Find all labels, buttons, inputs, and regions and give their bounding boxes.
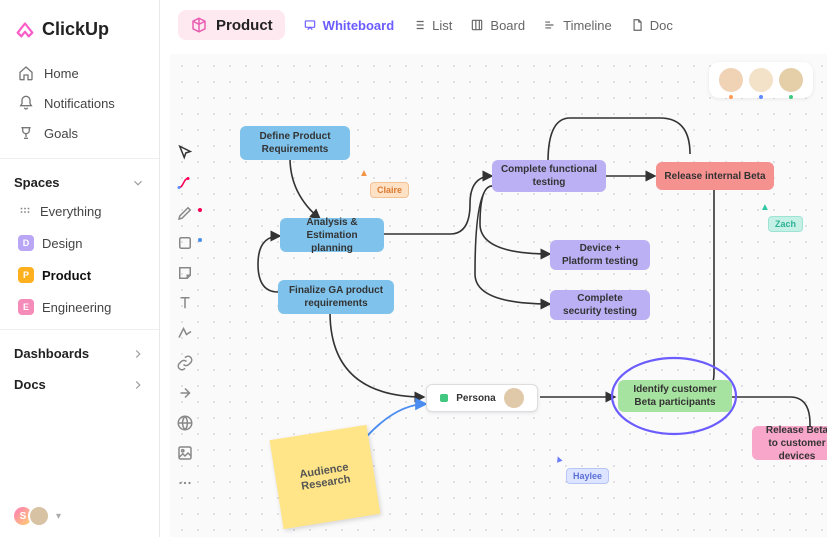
canvas-toolbar	[170, 144, 200, 492]
design-label: Design	[42, 236, 82, 251]
product-label: Product	[42, 268, 91, 283]
logo[interactable]: ClickUp	[0, 0, 159, 54]
board-icon	[470, 18, 484, 32]
cursor-tag-claire: Claire	[370, 182, 409, 198]
presence-avatar-2	[749, 68, 773, 92]
presence-avatar-1	[719, 68, 743, 92]
more-icon[interactable]	[176, 474, 194, 492]
text-tool[interactable]	[176, 294, 194, 312]
dashboards-label: Dashboards	[14, 346, 89, 361]
view-board[interactable]: Board	[470, 18, 525, 33]
view-doc-label: Doc	[650, 18, 673, 33]
node-finalize[interactable]: Finalize GA product requirements	[278, 280, 394, 314]
sidebar-item-design[interactable]: D Design	[6, 229, 153, 257]
engineering-label: Engineering	[42, 300, 111, 315]
space-pill[interactable]: Product	[178, 10, 285, 40]
home-icon	[18, 65, 34, 81]
clickup-logo-icon	[14, 18, 36, 40]
docs-header[interactable]: Docs	[0, 367, 159, 398]
cube-icon	[190, 16, 208, 34]
node-release[interactable]: Release internal Beta	[656, 162, 774, 190]
view-list[interactable]: List	[412, 18, 452, 33]
web-tool[interactable]	[176, 414, 194, 432]
pen-tool[interactable]	[176, 204, 194, 222]
presence-bar[interactable]	[709, 62, 813, 98]
line-tool[interactable]	[176, 324, 194, 342]
brand-text: ClickUp	[42, 19, 109, 40]
chevron-down-icon	[131, 176, 145, 190]
nav-notifications-label: Notifications	[44, 96, 115, 111]
node-identify[interactable]: Identify customer Beta participants	[618, 380, 732, 412]
sidebar: ClickUp Home Notifications Goals Spaces …	[0, 0, 160, 537]
dashboards-header[interactable]: Dashboards	[0, 336, 159, 367]
node-device[interactable]: Device + Platform testing	[550, 240, 650, 270]
whiteboard-canvas[interactable]: Define Product Requirements Analysis & E…	[170, 54, 827, 537]
design-badge: D	[18, 235, 34, 251]
sticky-audience[interactable]: Audience Research	[270, 425, 381, 529]
topbar: Product Whiteboard List Board Timeline D…	[170, 0, 827, 50]
nav-home[interactable]: Home	[8, 58, 151, 88]
doc-icon	[630, 18, 644, 32]
user-avatars[interactable]: S ▾	[12, 505, 61, 527]
spaces-header-label: Spaces	[14, 175, 60, 190]
list-icon	[412, 18, 426, 32]
node-release-beta[interactable]: Release Beta to customer devices	[752, 426, 827, 460]
nav-notifications[interactable]: Notifications	[8, 88, 151, 118]
view-list-label: List	[432, 18, 452, 33]
view-whiteboard[interactable]: Whiteboard	[303, 18, 395, 33]
nav-goals-label: Goals	[44, 126, 78, 141]
cursor-tag-haylee: Haylee	[566, 468, 609, 484]
persona-avatar	[504, 388, 524, 408]
image-tool[interactable]	[176, 444, 194, 462]
trophy-icon	[18, 125, 34, 141]
node-functional[interactable]: Complete functional testing	[492, 160, 606, 192]
chevron-down-icon: ▾	[56, 511, 61, 522]
timeline-icon	[543, 18, 557, 32]
product-badge: P	[18, 267, 34, 283]
whiteboard-icon	[303, 18, 317, 32]
status-dot-icon	[440, 394, 448, 402]
docs-label: Docs	[14, 377, 46, 392]
more-tool[interactable]	[176, 384, 194, 402]
space-name: Product	[216, 17, 273, 34]
nav-home-label: Home	[44, 66, 79, 81]
sidebar-item-product[interactable]: P Product	[6, 261, 153, 289]
link-tool[interactable]	[176, 354, 194, 372]
presence-avatar-3	[779, 68, 803, 92]
chevron-right-icon	[131, 347, 145, 361]
cursor-tag-zach: Zach	[768, 216, 803, 232]
sidebar-item-everything[interactable]: Everything	[6, 198, 153, 225]
engineering-badge: E	[18, 299, 34, 315]
sticky-tool[interactable]	[176, 264, 194, 282]
nav-goals[interactable]: Goals	[8, 118, 151, 148]
bell-icon	[18, 95, 34, 111]
node-define[interactable]: Define Product Requirements	[240, 126, 350, 160]
node-analysis[interactable]: Analysis & Estimation planning	[280, 218, 384, 252]
view-whiteboard-label: Whiteboard	[323, 18, 395, 33]
node-persona[interactable]: Persona	[426, 384, 538, 412]
avatar-photo	[28, 505, 50, 527]
node-security[interactable]: Complete security testing	[550, 290, 650, 320]
sidebar-item-engineering[interactable]: E Engineering	[6, 293, 153, 321]
spaces-header[interactable]: Spaces	[0, 165, 159, 196]
grid-dots-icon	[18, 205, 32, 219]
view-board-label: Board	[490, 18, 525, 33]
everything-label: Everything	[40, 204, 101, 219]
view-timeline[interactable]: Timeline	[543, 18, 612, 33]
connector-tool[interactable]	[176, 174, 194, 192]
view-timeline-label: Timeline	[563, 18, 612, 33]
shape-tool[interactable]	[176, 234, 194, 252]
chevron-right-icon	[131, 378, 145, 392]
pointer-tool[interactable]	[176, 144, 194, 162]
view-doc[interactable]: Doc	[630, 18, 673, 33]
persona-label: Persona	[456, 392, 495, 405]
